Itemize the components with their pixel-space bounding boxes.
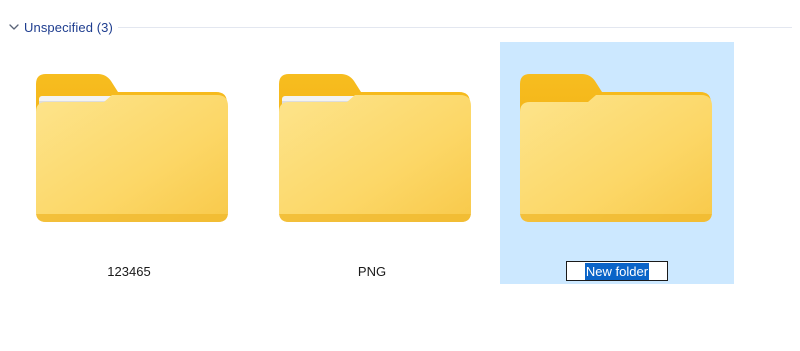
rename-input[interactable]: New folder bbox=[566, 261, 668, 281]
folder-name[interactable]: PNG bbox=[255, 264, 489, 280]
group-header-unspecified[interactable]: Unspecified (3) bbox=[6, 16, 113, 38]
group-divider bbox=[118, 27, 792, 28]
folder-with-documents-icon bbox=[36, 74, 228, 222]
folder-name[interactable]: 123465 bbox=[12, 264, 246, 280]
folder-with-documents-icon bbox=[279, 74, 471, 222]
file-explorer-content: Unspecified (3) 123465 PNG New folder bbox=[0, 0, 800, 351]
group-label: Unspecified (3) bbox=[24, 19, 113, 35]
folder-item-selected[interactable]: New folder bbox=[500, 42, 734, 284]
folder-icon bbox=[520, 74, 712, 222]
chevron-down-icon[interactable] bbox=[6, 19, 22, 35]
folder-item[interactable]: 123465 bbox=[12, 42, 246, 284]
rename-selected-text[interactable]: New folder bbox=[584, 262, 650, 280]
folder-item[interactable]: PNG bbox=[255, 42, 489, 284]
